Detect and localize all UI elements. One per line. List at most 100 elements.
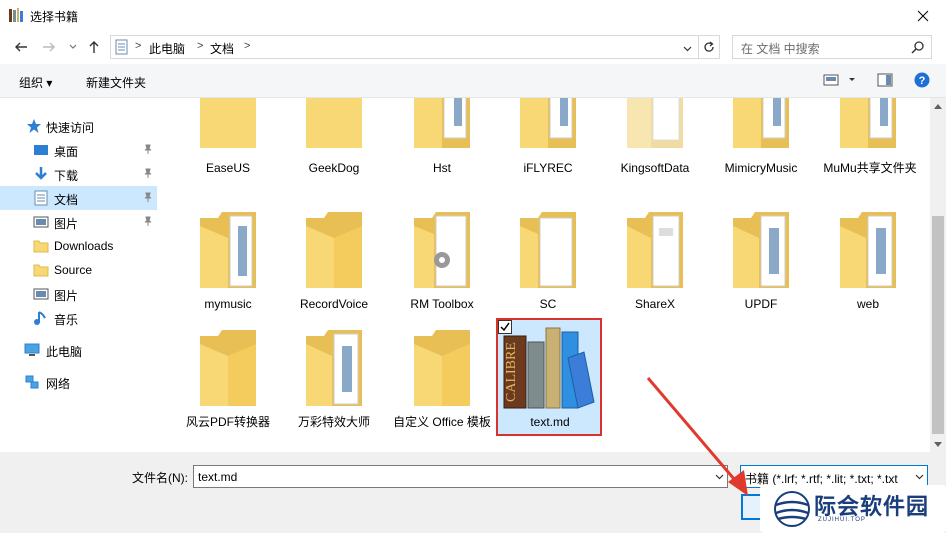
watermark: 际会软件园 ZUJIHUI.TOP <box>760 485 946 533</box>
file-item-text-md[interactable]: CALIBRE text.md <box>496 318 602 436</box>
chevron-up-icon <box>934 103 942 109</box>
document-icon <box>115 39 128 55</box>
folder-item-recordvoice[interactable]: RecordVoice <box>282 204 386 322</box>
sidebar-item-network[interactable]: 网络 <box>0 370 157 394</box>
folder-item-fengyun-pdf[interactable]: 风云PDF转换器 <box>176 322 280 440</box>
arrow-right-icon <box>43 42 55 52</box>
file-name: MuMu共享文件夹 <box>823 161 917 175</box>
sidebar-item-pictures[interactable]: 图片 <box>0 210 157 234</box>
folder-icon <box>306 98 362 148</box>
sidebar-item-pictures-2[interactable]: 图片 <box>0 282 157 306</box>
sidebar-item-documents[interactable]: 文档 <box>0 186 157 210</box>
folder-item-sharex[interactable]: ShareX <box>603 204 707 322</box>
calibre-app-icon <box>9 8 23 22</box>
file-name: RM Toolbox <box>410 297 474 311</box>
new-folder-button[interactable]: 新建文件夹 <box>86 74 146 91</box>
search-icon <box>911 41 924 54</box>
folder-with-documents-icon <box>306 330 362 406</box>
network-icon <box>25 375 39 389</box>
music-icon <box>34 311 46 325</box>
sidebar-item-label: 桌面 <box>54 145 79 159</box>
change-view-button[interactable] <box>823 72 861 91</box>
chevron-down-icon <box>915 470 924 484</box>
sidebar-item-label: 图片 <box>54 217 79 231</box>
refresh-button[interactable] <box>698 35 720 59</box>
folder-with-documents-icon <box>840 212 896 288</box>
sidebar-item-source[interactable]: Source <box>0 258 157 282</box>
recent-locations-button[interactable] <box>64 38 82 56</box>
calibre-book-icon: CALIBRE <box>503 327 595 409</box>
close-icon <box>917 10 929 21</box>
folder-item-iflyrec[interactable]: iFLYREC <box>496 98 600 186</box>
window-title: 选择书籍 <box>30 10 79 24</box>
sidebar-item-label: Source <box>54 263 93 277</box>
sidebar-item-this-pc[interactable]: 此电脑 <box>0 338 157 362</box>
help-button[interactable]: ? <box>914 72 930 91</box>
breadcrumb-this-pc[interactable]: 此电脑 <box>149 40 185 57</box>
preview-pane-button[interactable] <box>877 72 893 91</box>
sidebar-item-downloads[interactable]: 下载 <box>0 162 157 186</box>
file-name: web <box>856 297 879 311</box>
pin-icon <box>144 168 152 178</box>
annotation-arrow <box>646 377 748 496</box>
download-icon <box>35 167 47 180</box>
folder-item-geekdog[interactable]: GeekDog <box>282 98 386 186</box>
scroll-up-button[interactable] <box>930 98 946 114</box>
sidebar-item-quick-access[interactable]: 快速访问 <box>0 114 157 138</box>
pictures-icon <box>33 216 49 228</box>
search-input[interactable]: 在 文档 中搜索 <box>732 35 932 59</box>
address-bar[interactable]: > 此电脑 > 文档 > <box>110 35 720 59</box>
scroll-down-button[interactable] <box>930 436 946 452</box>
breadcrumb-documents[interactable]: 文档 <box>210 40 234 57</box>
desktop-icon <box>34 145 48 155</box>
computer-icon <box>24 343 40 356</box>
folder-item-rm-toolbox[interactable]: RM Toolbox <box>390 204 494 322</box>
filename-label: 文件名(N): <box>132 471 188 485</box>
svg-text:?: ? <box>919 75 926 87</box>
scrollbar-thumb[interactable] <box>932 216 944 434</box>
back-button[interactable] <box>12 38 30 56</box>
folder-item-easeus[interactable]: EaseUS <box>176 98 280 186</box>
folder-item-kingsoftdata[interactable]: KingsoftData <box>603 98 707 186</box>
folder-item-mymusic[interactable]: mymusic <box>176 204 280 322</box>
folder-item-hst[interactable]: Hst <box>390 98 494 186</box>
sidebar-item-music[interactable]: 音乐 <box>0 306 157 330</box>
arrow-up-icon <box>89 41 99 53</box>
close-button[interactable] <box>900 0 946 31</box>
chevron-down-icon <box>69 44 77 49</box>
organize-button[interactable]: 组织 ▾ <box>19 74 52 91</box>
forward-button[interactable] <box>40 38 58 56</box>
folder-with-documents-icon <box>627 212 683 288</box>
pin-icon <box>144 192 152 202</box>
chevron-down-icon <box>683 46 691 52</box>
folder-item-updf[interactable]: UPDF <box>709 204 813 322</box>
folder-icon <box>33 240 49 253</box>
sidebar-item-label: 快速访问 <box>46 121 95 135</box>
breadcrumb-separator: > <box>135 40 142 52</box>
sidebar-item-downloads-folder[interactable]: Downloads <box>0 234 157 258</box>
folder-with-documents-icon <box>840 98 896 148</box>
folder-icon <box>306 212 362 288</box>
address-dropdown-button[interactable] <box>679 41 695 57</box>
folder-item-sc[interactable]: SC <box>496 204 600 322</box>
folder-icon <box>33 264 49 277</box>
folder-item-wancai[interactable]: 万彩特效大师 <box>282 322 386 440</box>
command-toolbar: 组织 ▾ 新建文件夹 ? <box>0 64 946 98</box>
vertical-scrollbar[interactable] <box>930 98 946 452</box>
folder-item-custom-office-templates[interactable]: 自定义 Office 模板 <box>390 322 494 440</box>
folder-with-documents-icon <box>733 212 789 288</box>
title-bar: 选择书籍 <box>0 0 946 31</box>
sidebar-item-desktop[interactable]: 桌面 <box>0 138 157 162</box>
folder-icon <box>200 330 256 406</box>
help-icon: ? <box>914 72 930 88</box>
file-name: EaseUS <box>205 161 251 175</box>
file-name: 万彩特效大师 <box>297 415 370 429</box>
folder-item-mimicrymusic[interactable]: MimicryMusic <box>709 98 813 186</box>
folder-item-web[interactable]: web <box>816 204 920 322</box>
up-button[interactable] <box>85 38 103 56</box>
folder-item-mumu-shared[interactable]: MuMu共享文件夹 <box>816 98 920 186</box>
file-name: iFLYREC <box>523 161 573 175</box>
file-name: text.md <box>530 415 570 429</box>
navigation-pane: 快速访问 桌面 下载 文档 图片 Downloads Source 图片 音乐 … <box>0 98 160 452</box>
sidebar-item-label: Downloads <box>54 239 114 253</box>
